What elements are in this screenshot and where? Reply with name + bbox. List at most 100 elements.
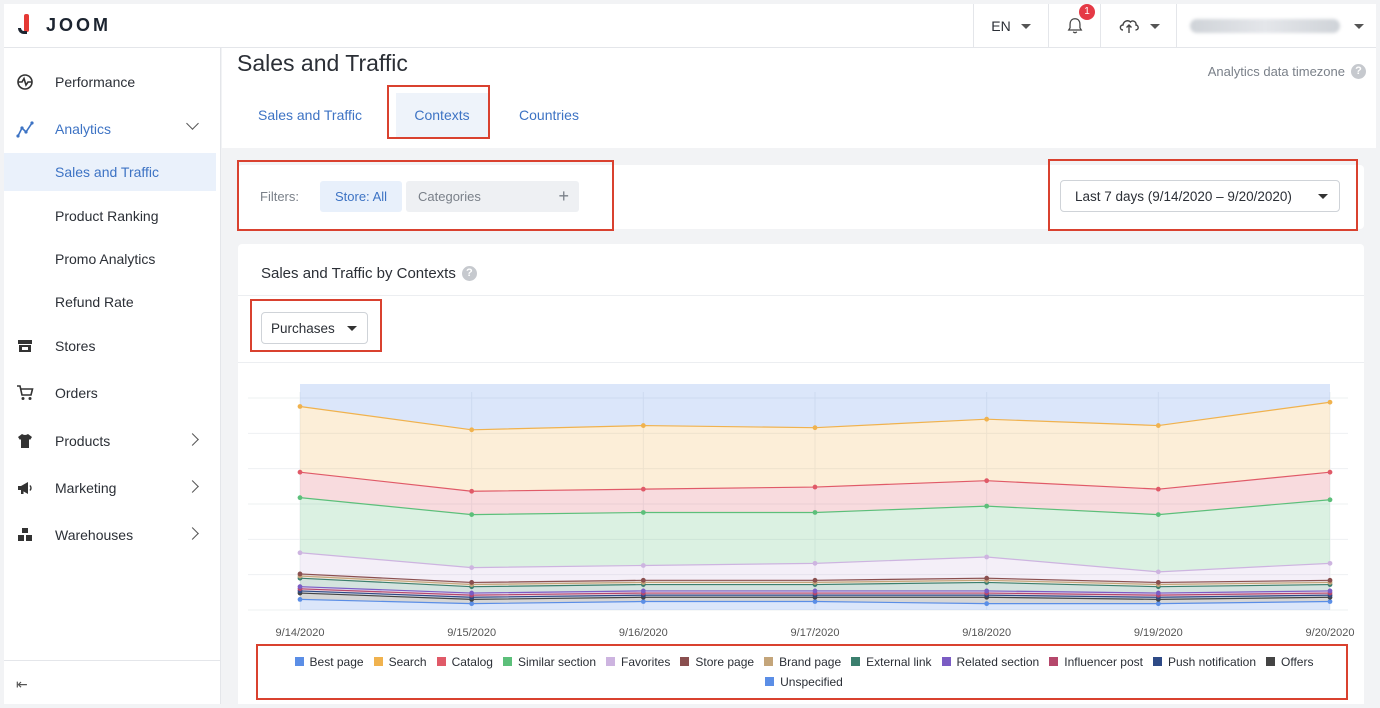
sidebar-item-label: Warehouses xyxy=(55,527,134,543)
sidebar-item-stores[interactable]: Stores xyxy=(4,326,221,366)
data-point xyxy=(1327,469,1333,475)
date-range-select[interactable]: Last 7 days (9/14/2020 – 9/20/2020) xyxy=(1060,180,1340,212)
sidebar-subitem-refund-rate[interactable]: Refund Rate xyxy=(4,283,216,321)
legend-swatch xyxy=(941,657,951,666)
help-icon[interactable]: ? xyxy=(461,266,477,281)
sidebar: Performance Analytics Sales and Traffic … xyxy=(4,48,221,704)
sidebar-subitem-sales-and-traffic[interactable]: Sales and Traffic xyxy=(4,153,216,191)
sidebar-item-products[interactable]: Products xyxy=(4,421,221,461)
cart-icon xyxy=(17,385,34,400)
legend-item[interactable]: Influencer post xyxy=(1049,653,1143,670)
help-icon[interactable]: ? xyxy=(1351,64,1366,79)
legend-item[interactable]: Similar section xyxy=(502,653,596,670)
legend-item[interactable]: Related section xyxy=(941,653,1039,670)
tab-contexts[interactable]: Contexts xyxy=(396,93,488,137)
store-filter-chip[interactable]: Store: All xyxy=(320,181,402,212)
legend-item[interactable]: Push notification xyxy=(1152,653,1256,670)
legend-label: Store page xyxy=(695,654,755,669)
megaphone-icon xyxy=(18,482,32,494)
warehouse-icon xyxy=(18,528,32,541)
app-frame: JOOM EN 1 Performance Analytics Sales an… xyxy=(4,4,1376,704)
legend-item[interactable]: Offers xyxy=(1266,653,1313,670)
data-point xyxy=(640,423,646,428)
metric-value: Purchases xyxy=(271,320,335,336)
categories-filter-chip[interactable]: Categories + xyxy=(406,181,579,212)
tab-sales-and-traffic[interactable]: Sales and Traffic xyxy=(240,93,380,137)
logo[interactable]: JOOM xyxy=(18,14,111,36)
sidebar-subitem-promo-analytics[interactable]: Promo Analytics xyxy=(4,240,216,278)
legend-label: Best page xyxy=(309,654,364,669)
data-point xyxy=(1327,599,1333,604)
sidebar-item-performance[interactable]: Performance xyxy=(4,62,221,102)
data-point xyxy=(984,478,990,484)
collapse-sidebar-icon[interactable]: ⇤ xyxy=(16,676,28,693)
store-icon xyxy=(18,340,32,352)
sidebar-subitem-product-ranking[interactable]: Product Ranking xyxy=(4,197,216,235)
sidebar-item-label: Products xyxy=(55,433,111,449)
sidebar-item-analytics[interactable]: Analytics xyxy=(4,109,221,149)
x-tick-label: 9/15/2020 xyxy=(447,627,496,639)
legend-item[interactable]: Favorites xyxy=(606,653,670,670)
divider xyxy=(238,362,1364,363)
sidebar-item-warehouses[interactable]: Warehouses xyxy=(4,515,221,555)
legend-label: Influencer post xyxy=(1064,654,1143,669)
timezone-info[interactable]: Analytics data timezone ? xyxy=(1208,64,1366,79)
chart-title: Sales and Traffic by Contexts xyxy=(261,265,456,282)
legend-label: Search xyxy=(388,654,427,669)
metric-select[interactable]: Purchases xyxy=(261,312,368,344)
x-tick-label: 9/14/2020 xyxy=(276,627,325,639)
data-point xyxy=(1155,569,1161,575)
data-point xyxy=(1327,399,1333,405)
plus-icon[interactable]: + xyxy=(558,186,569,207)
legend-label: Similar section xyxy=(517,654,596,669)
chevron-down-icon xyxy=(186,117,199,130)
legend-item[interactable]: Store page xyxy=(680,653,754,670)
timezone-label: Analytics data timezone xyxy=(1207,64,1345,79)
legend-label: Favorites xyxy=(621,654,671,669)
data-point xyxy=(297,550,303,556)
language-selector[interactable]: EN xyxy=(973,4,1048,48)
sidebar-item-orders[interactable]: Orders xyxy=(4,373,221,413)
legend-item[interactable]: Catalog xyxy=(436,653,493,670)
legend-label: Offers xyxy=(1281,654,1314,669)
sidebar-item-label: Analytics xyxy=(55,121,112,137)
data-point xyxy=(469,601,475,607)
sidebar-item-marketing[interactable]: Marketing xyxy=(4,468,221,508)
data-point xyxy=(469,488,475,494)
data-point xyxy=(1155,590,1161,596)
legend-swatch xyxy=(1266,657,1276,666)
data-point xyxy=(1155,486,1161,492)
legend-item[interactable]: Search xyxy=(373,653,427,670)
page-title: Sales and Traffic xyxy=(237,50,408,76)
legend-item[interactable]: External link xyxy=(851,653,932,670)
data-point xyxy=(1155,580,1161,585)
data-point xyxy=(812,510,818,515)
chart-card-title: Sales and Traffic by Contexts ? xyxy=(261,265,477,282)
bell-icon xyxy=(1067,18,1082,34)
data-point xyxy=(984,416,990,422)
legend-label: Brand page xyxy=(779,654,842,669)
legend-item[interactable]: Brand page xyxy=(764,653,841,670)
legend-item[interactable]: Unspecified xyxy=(765,673,843,690)
brand-name: JOOM xyxy=(46,14,112,35)
sidebar-item-label: Marketing xyxy=(55,480,117,496)
legend-swatch xyxy=(436,657,446,666)
legend-swatch xyxy=(1049,657,1059,666)
date-range-value: Last 7 days (9/14/2020 – 9/20/2020) xyxy=(1075,188,1292,204)
legend-swatch xyxy=(606,657,615,666)
filters-label: Filters: xyxy=(260,189,299,204)
legend-item[interactable]: Best page xyxy=(294,653,364,670)
upload-menu[interactable] xyxy=(1100,4,1176,48)
data-point xyxy=(469,512,475,517)
sidebar-item-label: Orders xyxy=(55,385,98,401)
top-bar: JOOM EN 1 xyxy=(4,4,1376,48)
data-point xyxy=(297,584,303,590)
legend-swatch xyxy=(1152,657,1162,666)
data-point xyxy=(297,571,303,577)
data-point xyxy=(297,469,303,475)
legend-label: Catalog xyxy=(451,654,493,669)
performance-icon xyxy=(17,74,33,90)
tab-countries[interactable]: Countries xyxy=(506,93,592,137)
account-menu[interactable] xyxy=(1176,4,1376,48)
data-point xyxy=(469,590,475,596)
